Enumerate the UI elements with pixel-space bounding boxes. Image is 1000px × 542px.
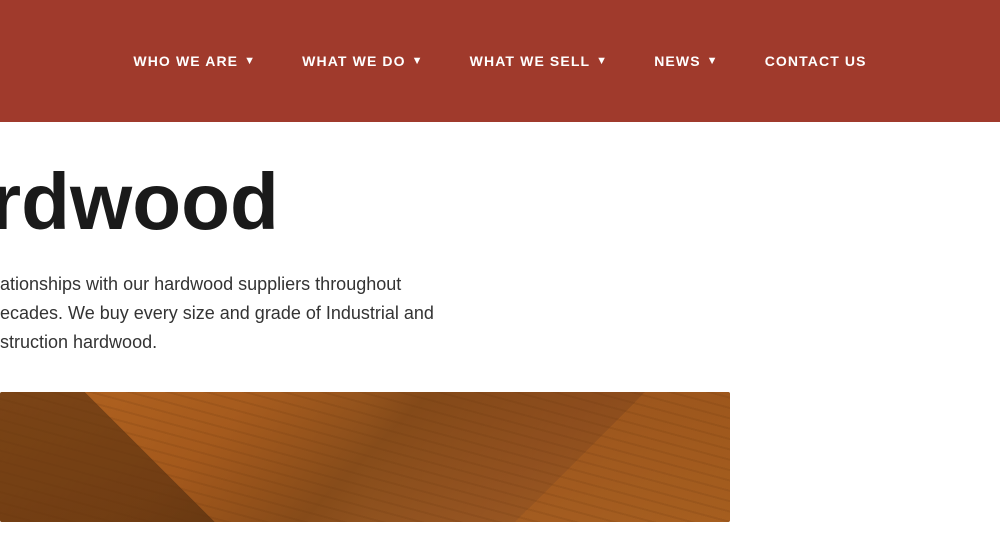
hero-description: ationships with our hardwood suppliers t… — [0, 270, 560, 356]
hero-description-line1: ationships with our hardwood suppliers t… — [0, 274, 401, 294]
nav-item-contact-us[interactable]: CONTACT US — [747, 43, 885, 79]
nav-label-contact-us: CONTACT US — [765, 53, 867, 69]
nav-label-what-we-sell: WHAT WE SELL — [470, 53, 591, 69]
nav-item-what-we-do[interactable]: WHAT WE DO ▼ — [284, 43, 442, 79]
nav-item-who-we-are[interactable]: WHO WE ARE ▼ — [115, 43, 274, 79]
page-title: rdwood — [0, 162, 1000, 242]
nav-item-news[interactable]: NEWS ▼ — [636, 43, 737, 79]
chevron-down-icon: ▼ — [707, 55, 719, 67]
main-navigation: WHO WE ARE ▼ WHAT WE DO ▼ WHAT WE SELL ▼… — [0, 0, 1000, 122]
hero-image — [0, 392, 730, 522]
chevron-down-icon: ▼ — [244, 55, 256, 67]
hero-description-line2: ecades. We buy every size and grade of I… — [0, 303, 434, 323]
main-content: rdwood ationships with our hardwood supp… — [0, 122, 1000, 522]
nav-label-who-we-are: WHO WE ARE — [133, 53, 238, 69]
nav-item-what-we-sell[interactable]: WHAT WE SELL ▼ — [452, 43, 627, 79]
nav-items-container: WHO WE ARE ▼ WHAT WE DO ▼ WHAT WE SELL ▼… — [115, 43, 884, 79]
nav-label-news: NEWS — [654, 53, 700, 69]
nav-label-what-we-do: WHAT WE DO — [302, 53, 405, 69]
chevron-down-icon: ▼ — [596, 55, 608, 67]
hero-description-line3: struction hardwood. — [0, 332, 157, 352]
chevron-down-icon: ▼ — [412, 55, 424, 67]
